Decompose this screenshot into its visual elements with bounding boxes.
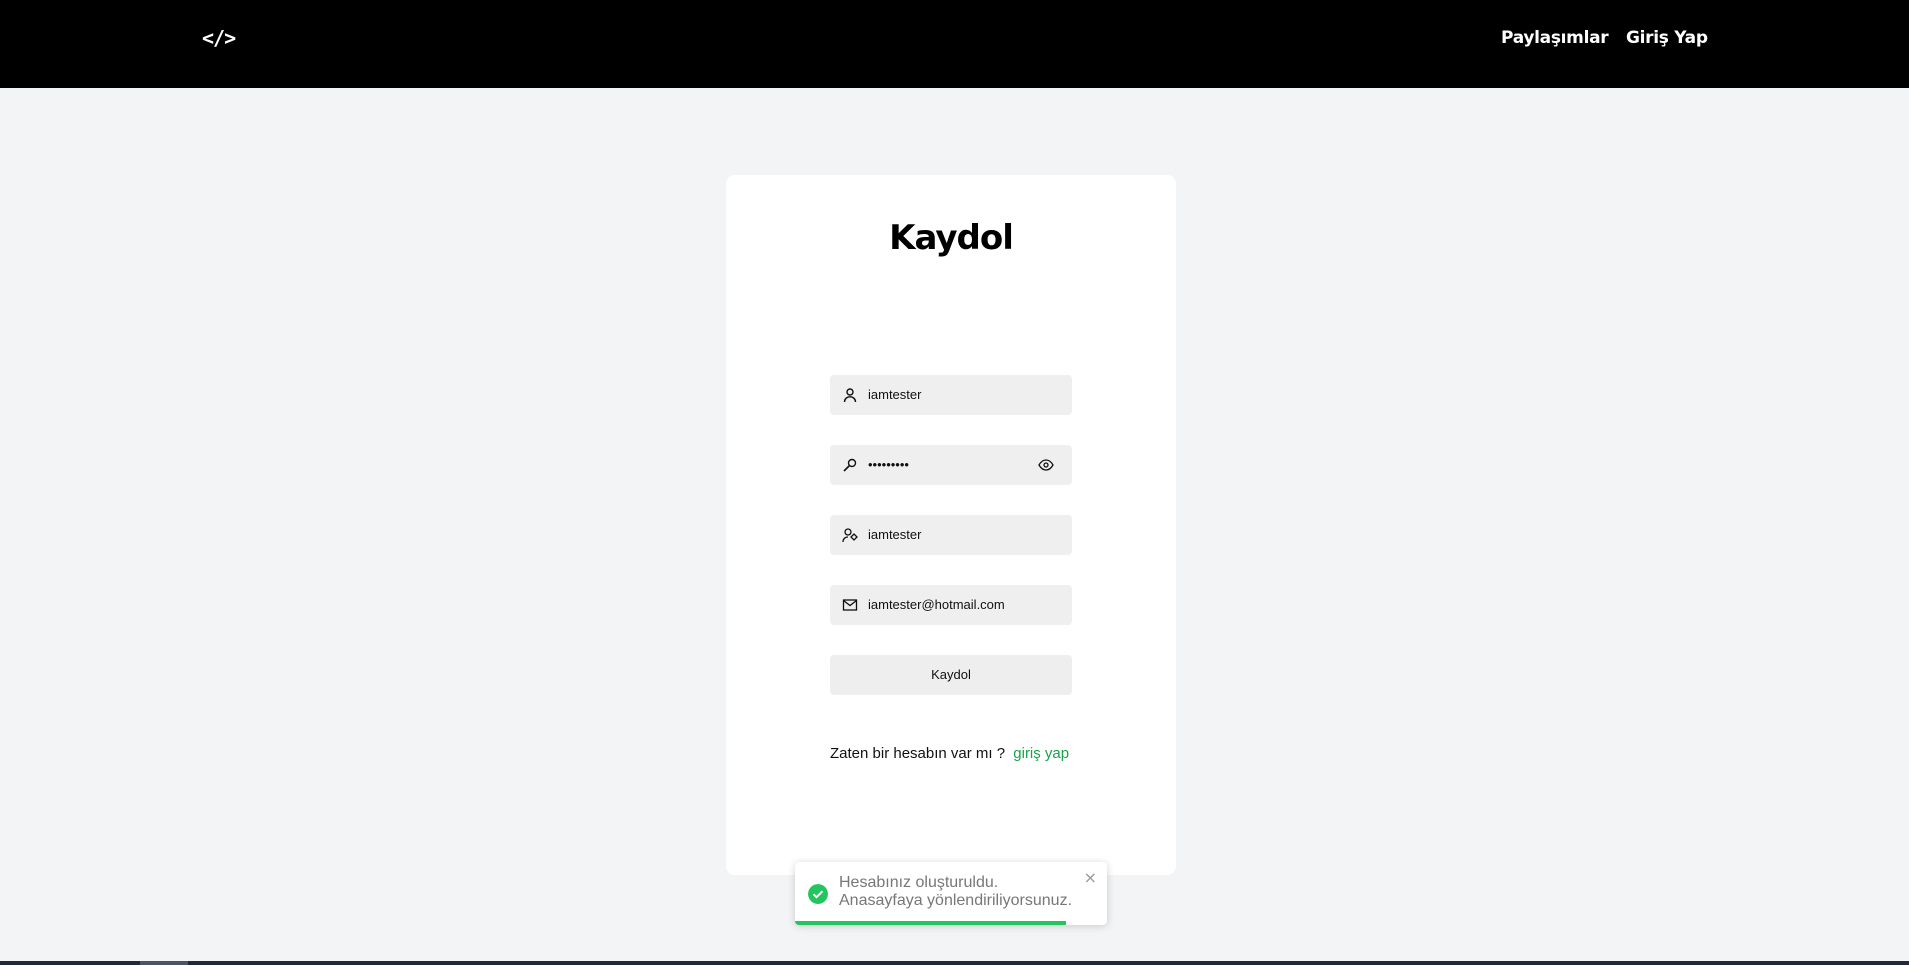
login-prompt-text: Zaten bir hesabın var mı ? [830,745,1006,762]
password-value: ••••••••• [868,457,909,472]
email-field[interactable]: iamtester@hotmail.com [830,585,1072,625]
nav-link-shares[interactable]: Paylaşımlar [1501,28,1609,48]
login-prompt: Zaten bir hesabın var mı ? giriş yap [830,745,1090,762]
signup-card: Kaydol iamtester ••••••••• iamtester iam… [726,175,1176,875]
scrollbar-thumb[interactable] [140,961,188,965]
toast-progress-track [795,921,1107,925]
password-field[interactable]: ••••••••• [830,445,1072,485]
navbar: </> Paylaşımlar Giriş Yap [0,0,1909,88]
eye-icon[interactable] [1038,458,1054,472]
user-tag-icon [842,528,858,543]
toast-progress-bar [795,921,1067,925]
username-field[interactable]: iamtester [830,375,1072,415]
login-link[interactable]: giriş yap [1013,745,1069,762]
key-icon [843,458,857,472]
toast-message: Hesabınız oluşturuldu. Anasayfaya yönlen… [839,874,1072,910]
code-logo-icon[interactable]: </> [202,26,236,50]
user-icon [843,388,857,403]
page-title: Kaydol [889,218,1014,258]
close-icon[interactable]: × [1084,868,1097,887]
toast-line-1: Hesabınız oluşturuldu. [839,874,999,891]
mail-icon [842,599,858,611]
display-name-field[interactable]: iamtester [830,515,1072,555]
toast-line-2: Anasayfaya yönlendiriliyorsunuz. [839,892,1073,909]
display-name-value: iamtester [868,527,922,542]
check-circle-icon [808,884,828,904]
username-value: iamtester [868,387,922,402]
bottom-scrollbar[interactable] [0,961,1909,965]
signup-button[interactable]: Kaydol [830,655,1072,695]
email-value: iamtester@hotmail.com [868,597,1005,612]
nav-link-login[interactable]: Giriş Yap [1626,28,1708,48]
success-toast[interactable]: Hesabınız oluşturuldu. Anasayfaya yönlen… [795,862,1107,925]
